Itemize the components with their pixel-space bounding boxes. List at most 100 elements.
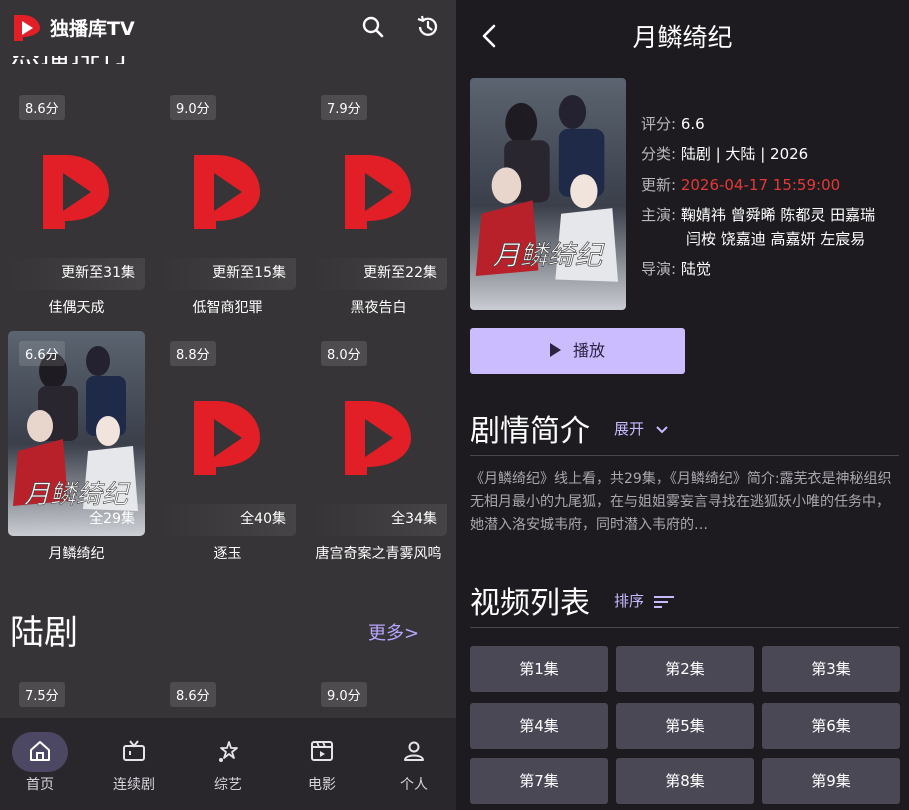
nav-label: 综艺	[214, 777, 242, 793]
nav-label: 个人	[400, 777, 428, 793]
divider	[470, 627, 899, 628]
nav-label: 首页	[26, 777, 54, 793]
info-update: 更新: 2026-04-17 15:59:00	[641, 174, 840, 195]
play-logo-icon	[14, 15, 40, 41]
episode-button[interactable]: 第1集	[470, 646, 608, 692]
divider	[470, 455, 899, 456]
play-icon	[549, 343, 561, 357]
home-screen: 热播排行 独播库TV 8.6分 更新至31集 佳偶天成 9.0分 更新至15集 …	[0, 0, 456, 810]
episode-button[interactable]: 第2集	[616, 646, 754, 692]
drama-title: 逐玉	[213, 546, 242, 562]
score-badge: 9.0分	[170, 95, 216, 120]
chevron-down-icon	[656, 425, 668, 433]
poster-placeholder: 9.0分 更新至15集	[159, 85, 296, 290]
drama-card[interactable]: 8.6分 更新至31集 佳偶天成	[8, 85, 145, 317]
episode-badge: 更新至15集	[159, 258, 296, 290]
info-director: 导演: 陆觉	[641, 258, 711, 279]
info-label: 分类:	[641, 145, 677, 163]
more-link[interactable]: 更多>	[368, 619, 419, 645]
page-title: 月鳞绮纪	[632, 23, 733, 52]
episode-button[interactable]: 第8集	[616, 758, 754, 804]
home-icon	[30, 741, 50, 761]
cast-value: 闫桉 饶嘉迪 高嘉妍 左宸易	[686, 230, 866, 248]
info-cast: 主演: 鞠婧祎 曾舜晞 陈都灵 田嘉瑞	[641, 204, 875, 225]
nav-label: 连续剧	[113, 777, 155, 793]
update-value: 2026-04-17 15:59:00	[680, 176, 841, 194]
info-rating: 评分: 6.6	[641, 113, 705, 134]
drama-card[interactable]: 月鳞绮纪 6.6分 全29集 月鳞绮纪	[8, 331, 145, 563]
cast-value: 鞠婧祎 曾舜晞 陈都灵 田嘉瑞	[680, 206, 876, 224]
play-label: 播放	[572, 341, 605, 360]
play-logo-icon	[194, 155, 260, 229]
nav-label: 电影	[308, 777, 336, 793]
episode-button[interactable]: 第5集	[616, 703, 754, 749]
poster-placeholder: 8.6分 更新至31集	[8, 85, 145, 290]
score-badge: 8.8分	[170, 341, 216, 366]
nav-home[interactable]: 首页	[3, 718, 77, 810]
episode-badge: 更新至31集	[8, 258, 145, 290]
score-badge: 8.6分	[170, 682, 216, 707]
bottom-nav: 首页 连续剧 综艺 电影 个人	[0, 718, 456, 810]
expand-button[interactable]: 展开	[614, 418, 669, 439]
info-label: 主演:	[641, 206, 677, 224]
section-title: 陆剧	[10, 613, 78, 653]
expand-label: 展开	[614, 420, 645, 438]
detail-poster: 月鳞绮纪	[470, 78, 626, 310]
episode-badge: 全40集	[159, 504, 296, 536]
history-icon[interactable]	[415, 14, 441, 40]
poster-placeholder: 7.9分 更新至22集	[310, 85, 447, 290]
synopsis-text: 《月鳞绮纪》线上看，共29集，《月鳞绮纪》简介:露芜衣是神秘组织无相月最小的九尾…	[470, 471, 892, 533]
drama-card[interactable]: 8.0分 全34集 唐宫奇案之青雾风鸣	[310, 331, 447, 563]
info-label: 评分:	[641, 115, 677, 133]
drama-card[interactable]: 9.0分 更新至15集 低智商犯罪	[159, 85, 296, 317]
sort-label: 排序	[614, 592, 645, 610]
poster-placeholder: 8.0分 全34集	[310, 331, 447, 536]
drama-title: 黑夜告白	[350, 300, 407, 316]
tv-icon	[123, 740, 145, 761]
film-icon	[311, 741, 333, 761]
nav-variety[interactable]: 综艺	[191, 718, 265, 810]
star-icon	[219, 741, 238, 762]
drama-poster-art: 月鳞绮纪	[470, 78, 626, 310]
nav-movies[interactable]: 电影	[285, 718, 359, 810]
episode-button[interactable]: 第4集	[470, 703, 608, 749]
synopsis-heading: 剧情简介	[470, 414, 590, 449]
search-icon[interactable]	[360, 14, 386, 40]
drama-card[interactable]: 8.8分 全40集 逐玉	[159, 331, 296, 563]
episode-badge: 全29集	[8, 504, 145, 536]
score-badge: 8.6分	[19, 95, 65, 120]
play-button[interactable]: 播放	[470, 328, 685, 374]
score-badge: 7.9分	[321, 95, 367, 120]
play-logo-icon	[43, 155, 109, 229]
score-badge: 9.0分	[321, 682, 367, 707]
play-logo-icon	[345, 155, 411, 229]
episode-button[interactable]: 第6集	[762, 703, 900, 749]
app-title: 独播库TV	[50, 18, 135, 40]
play-logo-icon	[194, 401, 260, 475]
detail-screen: 月鳞绮纪 月鳞绮纪 评分: 6.6 分类: 陆剧 | 大陆 | 2026 更新:…	[456, 0, 909, 810]
episode-button[interactable]: 第7集	[470, 758, 608, 804]
nav-profile[interactable]: 个人	[377, 718, 451, 810]
category-value: 陆剧 | 大陆 | 2026	[680, 145, 809, 163]
drama-title: 月鳞绮纪	[48, 546, 105, 562]
user-icon	[404, 741, 424, 761]
info-label: 更新:	[641, 176, 677, 194]
score-badge: 7.5分	[19, 682, 65, 707]
drama-title: 低智商犯罪	[192, 300, 263, 316]
info-category: 分类: 陆剧 | 大陆 | 2026	[641, 143, 808, 164]
episode-badge: 更新至22集	[310, 258, 447, 290]
top-bar: 独播库TV	[0, 0, 456, 56]
episode-badge: 全34集	[310, 504, 447, 536]
nav-series[interactable]: 连续剧	[97, 718, 171, 810]
info-cast-cont: 闫桉 饶嘉迪 高嘉妍 左宸易	[686, 228, 865, 249]
rating-value: 6.6	[680, 115, 705, 133]
sort-button[interactable]: 排序	[614, 590, 675, 611]
poster-title-text: 月鳞绮纪	[493, 241, 605, 272]
play-logo-icon	[345, 401, 411, 475]
drama-card[interactable]: 7.9分 更新至22集 黑夜告白	[310, 85, 447, 317]
episode-button[interactable]: 第9集	[762, 758, 900, 804]
info-label: 导演:	[641, 260, 677, 278]
episode-button[interactable]: 第3集	[762, 646, 900, 692]
score-badge: 8.0分	[321, 341, 367, 366]
episodes-heading: 视频列表	[470, 586, 590, 621]
